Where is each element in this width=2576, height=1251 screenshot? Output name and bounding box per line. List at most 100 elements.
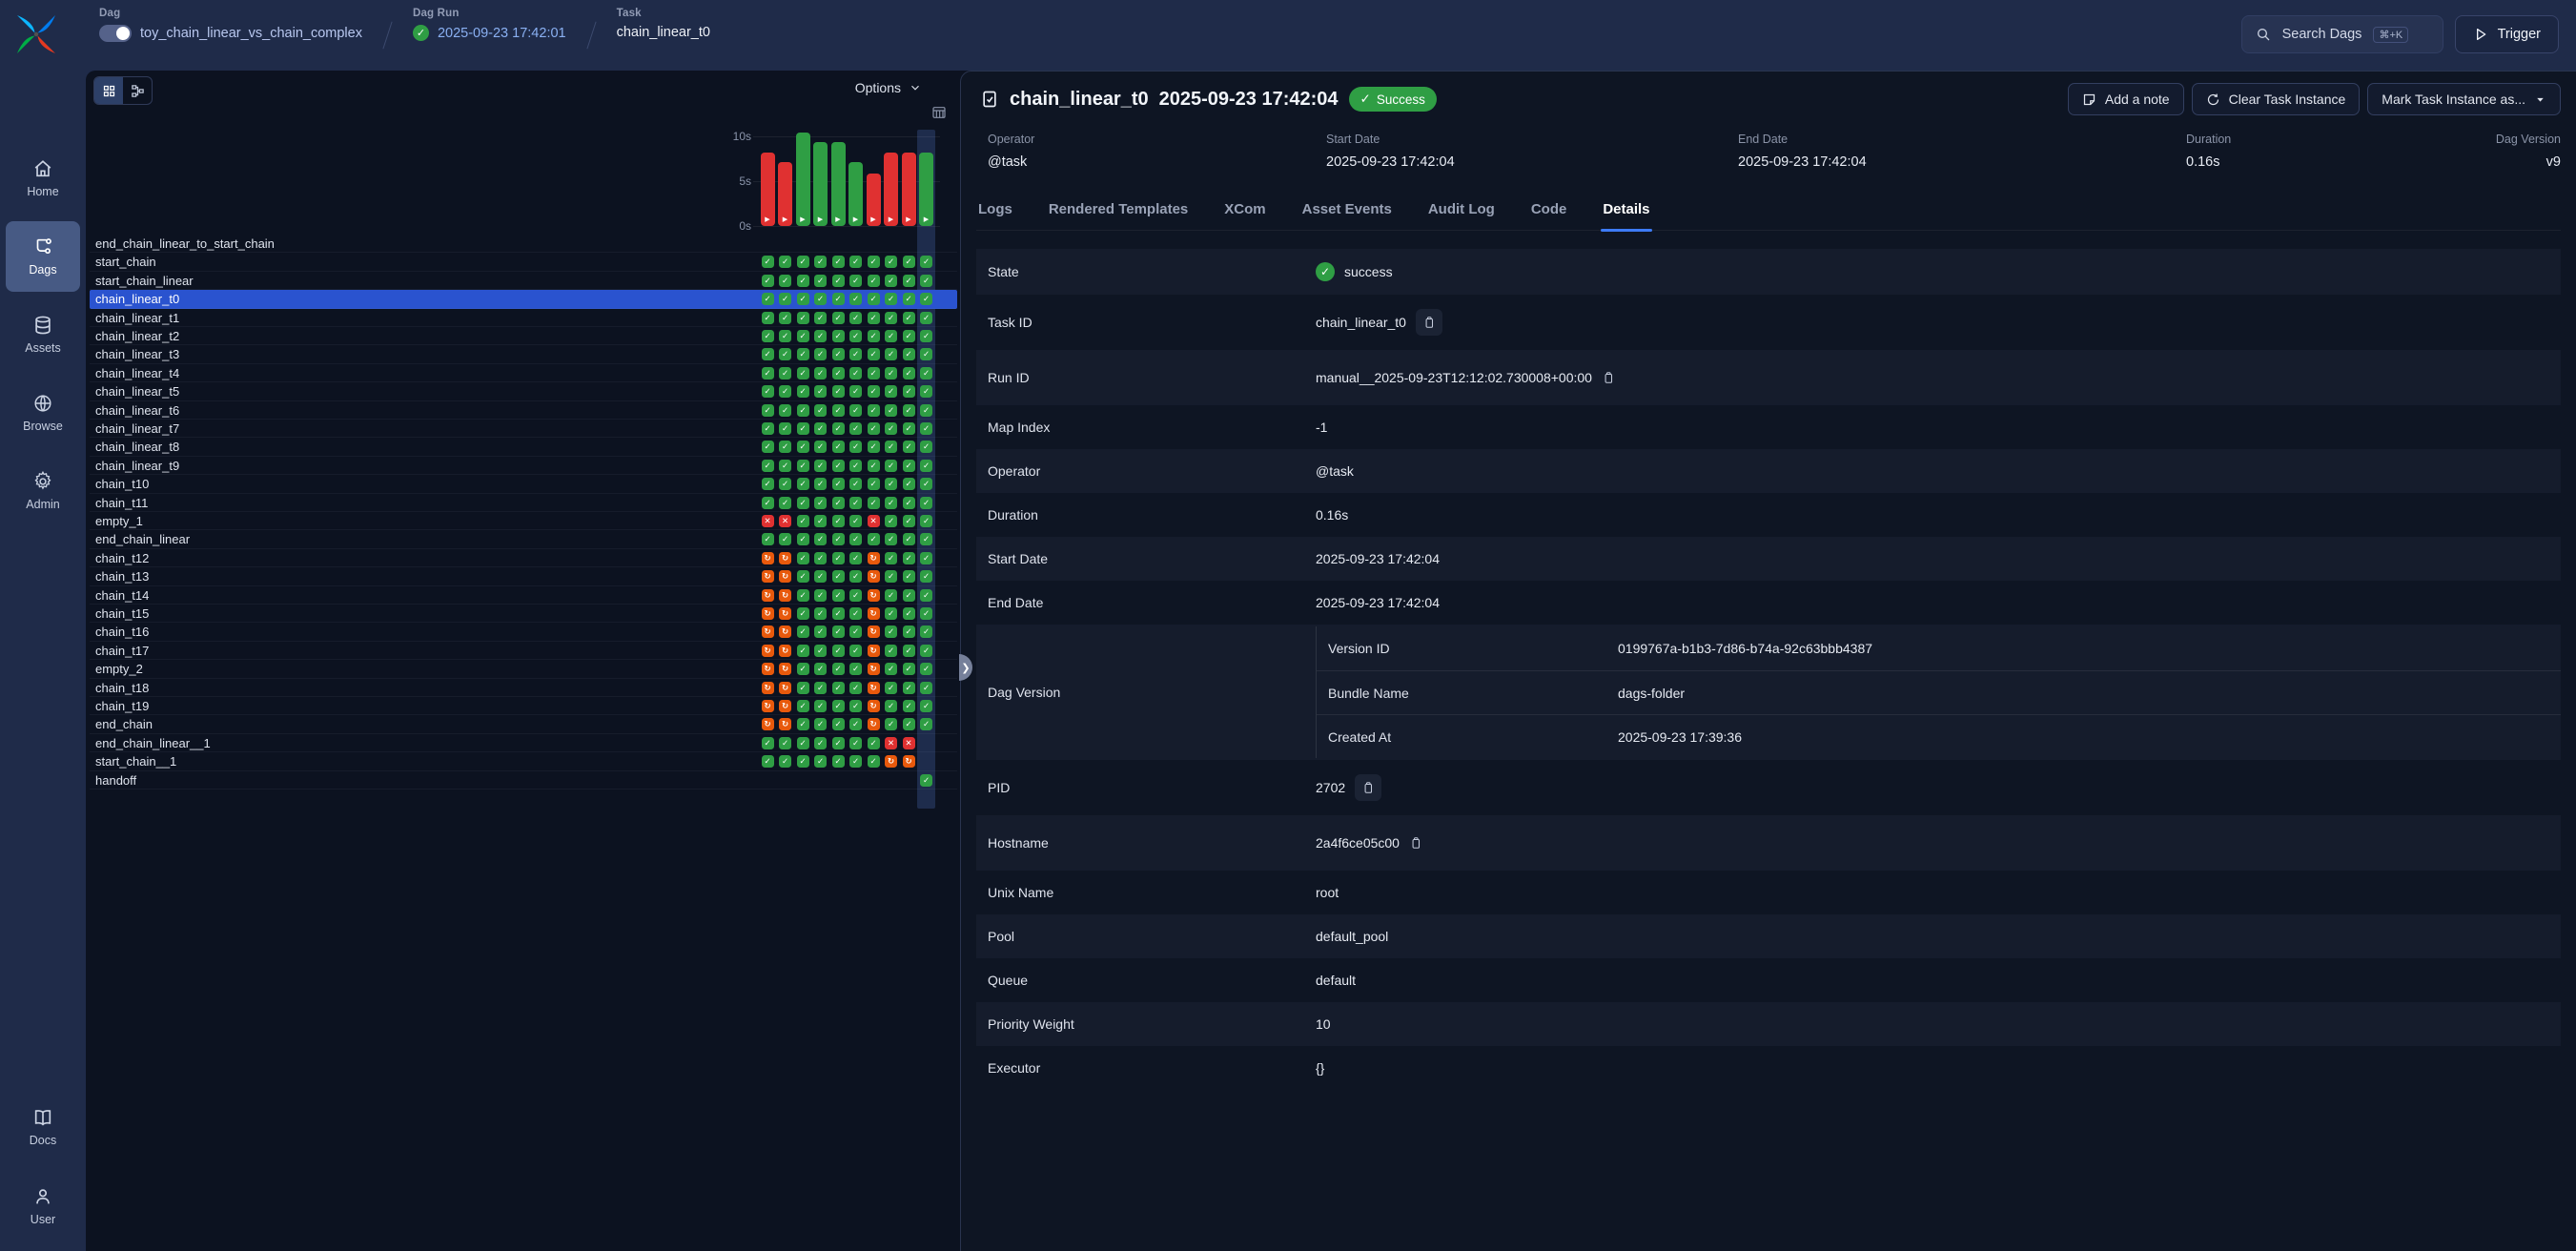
task-instance-square[interactable]: ✓ — [885, 682, 897, 694]
task-instance-square[interactable]: ✓ — [832, 330, 845, 342]
task-instance-square[interactable]: ↻ — [762, 645, 774, 657]
task-instance-square[interactable]: ✓ — [868, 293, 880, 305]
task-row-chain_linear_t6[interactable]: chain_linear_t6✓✓✓✓✓✓✓✓✓✓ — [90, 401, 957, 420]
task-instance-square[interactable]: ✓ — [920, 515, 932, 527]
task-instance-square[interactable]: ✓ — [814, 700, 827, 712]
task-instance-square[interactable]: ✓ — [832, 348, 845, 360]
task-instance-square[interactable]: ✓ — [885, 330, 897, 342]
task-row-handoff[interactable]: handoff✓ — [90, 771, 957, 790]
task-instance-square[interactable]: ✓ — [779, 348, 791, 360]
task-instance-square[interactable]: ✓ — [832, 589, 845, 602]
task-instance-square[interactable]: ✓ — [903, 367, 915, 379]
clear-task-instance-button[interactable]: Clear Task Instance — [2192, 83, 2361, 115]
task-instance-square[interactable]: ↻ — [868, 682, 880, 694]
task-row-chain_linear_t0[interactable]: chain_linear_t0✓✓✓✓✓✓✓✓✓✓ — [90, 290, 957, 308]
task-instance-square[interactable]: ✓ — [849, 497, 862, 509]
task-instance-square[interactable]: ✓ — [920, 330, 932, 342]
task-instance-square[interactable]: ✓ — [797, 275, 809, 287]
task-instance-square[interactable]: ✓ — [762, 478, 774, 490]
task-instance-square[interactable]: ↻ — [779, 570, 791, 583]
task-instance-square[interactable]: ✓ — [814, 367, 827, 379]
task-instance-square[interactable]: ✓ — [797, 460, 809, 472]
task-instance-square[interactable]: ✓ — [885, 497, 897, 509]
task-instance-square[interactable]: ↻ — [868, 552, 880, 564]
task-instance-square[interactable]: ✓ — [885, 533, 897, 545]
task-instance-square[interactable]: ✓ — [779, 404, 791, 417]
copy-button[interactable] — [1409, 836, 1422, 850]
task-instance-square[interactable]: ✓ — [920, 275, 932, 287]
task-row-chain_linear_t3[interactable]: chain_linear_t3✓✓✓✓✓✓✓✓✓✓ — [90, 345, 957, 363]
task-instance-square[interactable]: ↻ — [868, 570, 880, 583]
task-row-end_chain_linear_to_start_chain[interactable]: end_chain_linear_to_start_chain — [90, 235, 957, 253]
task-instance-square[interactable]: ✓ — [849, 256, 862, 268]
task-instance-square[interactable]: ↻ — [779, 700, 791, 712]
trigger-button[interactable]: Trigger — [2455, 15, 2559, 53]
sidebar-item-dags[interactable]: Dags — [6, 221, 80, 292]
task-instance-square[interactable]: ✓ — [885, 478, 897, 490]
task-instance-square[interactable]: ✓ — [849, 737, 862, 749]
task-row-chain_t17[interactable]: chain_t17↻↻✓✓✓✓↻✓✓✓ — [90, 642, 957, 660]
task-instance-square[interactable]: ✓ — [920, 460, 932, 472]
sidebar-item-home[interactable]: Home — [6, 143, 80, 214]
sidebar-item-docs[interactable]: Docs — [6, 1092, 80, 1162]
task-instance-square[interactable]: ✓ — [832, 700, 845, 712]
task-instance-square[interactable]: ↻ — [779, 682, 791, 694]
task-instance-square[interactable]: ✓ — [762, 533, 774, 545]
task-instance-square[interactable]: ✓ — [779, 385, 791, 398]
task-instance-square[interactable]: ✓ — [832, 737, 845, 749]
task-instance-square[interactable]: ↻ — [885, 755, 897, 768]
task-instance-square[interactable]: ✓ — [849, 626, 862, 638]
task-instance-square[interactable]: ✓ — [779, 460, 791, 472]
task-instance-square[interactable]: ✓ — [849, 275, 862, 287]
dag-run-duration-bar[interactable]: ▶ — [831, 142, 846, 226]
task-instance-square[interactable]: ✓ — [868, 422, 880, 435]
task-instance-square[interactable]: ✓ — [903, 533, 915, 545]
task-row-chain_linear_t2[interactable]: chain_linear_t2✓✓✓✓✓✓✓✓✓✓ — [90, 327, 957, 345]
task-instance-square[interactable]: ✓ — [903, 478, 915, 490]
task-instance-square[interactable]: ✓ — [832, 497, 845, 509]
task-row-chain_t16[interactable]: chain_t16↻↻✓✓✓✓↻✓✓✓ — [90, 623, 957, 641]
task-instance-square[interactable]: ✓ — [814, 275, 827, 287]
task-row-chain_linear_t8[interactable]: chain_linear_t8✓✓✓✓✓✓✓✓✓✓ — [90, 438, 957, 456]
task-instance-square[interactable]: ↻ — [868, 700, 880, 712]
task-instance-square[interactable]: ✓ — [832, 718, 845, 730]
task-instance-square[interactable]: ✓ — [849, 755, 862, 768]
task-instance-square[interactable]: ✓ — [885, 385, 897, 398]
task-instance-square[interactable]: ✓ — [779, 293, 791, 305]
task-instance-square[interactable]: ↻ — [762, 682, 774, 694]
task-instance-square[interactable]: ✓ — [797, 589, 809, 602]
task-instance-square[interactable]: ✓ — [885, 552, 897, 564]
task-instance-square[interactable]: ✓ — [920, 607, 932, 620]
task-instance-square[interactable]: ↻ — [868, 718, 880, 730]
task-instance-square[interactable]: ✓ — [762, 404, 774, 417]
task-instance-square[interactable]: ✓ — [814, 348, 827, 360]
task-instance-square[interactable]: ✓ — [797, 441, 809, 453]
task-instance-square[interactable]: ✓ — [868, 330, 880, 342]
task-instance-square[interactable]: ✓ — [762, 330, 774, 342]
task-instance-square[interactable]: ✓ — [903, 607, 915, 620]
task-instance-square[interactable]: ✓ — [920, 700, 932, 712]
task-instance-square[interactable]: ✓ — [920, 774, 932, 787]
task-row-end_chain_linear__1[interactable]: end_chain_linear__1✓✓✓✓✓✓✓✕✕ — [90, 734, 957, 752]
task-instance-square[interactable]: ✓ — [920, 367, 932, 379]
task-instance-square[interactable]: ✓ — [814, 552, 827, 564]
task-instance-square[interactable]: ✓ — [868, 497, 880, 509]
task-instance-square[interactable]: ✓ — [832, 478, 845, 490]
task-instance-square[interactable]: ✓ — [797, 718, 809, 730]
task-instance-square[interactable]: ✓ — [868, 404, 880, 417]
task-instance-square[interactable]: ✓ — [903, 293, 915, 305]
task-instance-square[interactable]: ✓ — [885, 589, 897, 602]
task-instance-square[interactable]: ✓ — [849, 348, 862, 360]
sidebar-item-browse[interactable]: Browse — [6, 378, 80, 448]
task-row-chain_t14[interactable]: chain_t14↻↻✓✓✓✓↻✓✓✓ — [90, 586, 957, 605]
task-instance-square[interactable]: ✓ — [903, 404, 915, 417]
task-row-chain_t19[interactable]: chain_t19↻↻✓✓✓✓↻✓✓✓ — [90, 697, 957, 715]
task-instance-square[interactable]: ↻ — [868, 645, 880, 657]
task-instance-square[interactable]: ✓ — [868, 367, 880, 379]
task-row-chain_linear_t4[interactable]: chain_linear_t4✓✓✓✓✓✓✓✓✓✓ — [90, 364, 957, 382]
task-instance-square[interactable]: ✓ — [849, 607, 862, 620]
task-instance-square[interactable]: ✓ — [779, 533, 791, 545]
task-instance-square[interactable]: ✓ — [849, 293, 862, 305]
task-instance-square[interactable]: ✓ — [779, 737, 791, 749]
task-instance-square[interactable]: ✓ — [779, 256, 791, 268]
